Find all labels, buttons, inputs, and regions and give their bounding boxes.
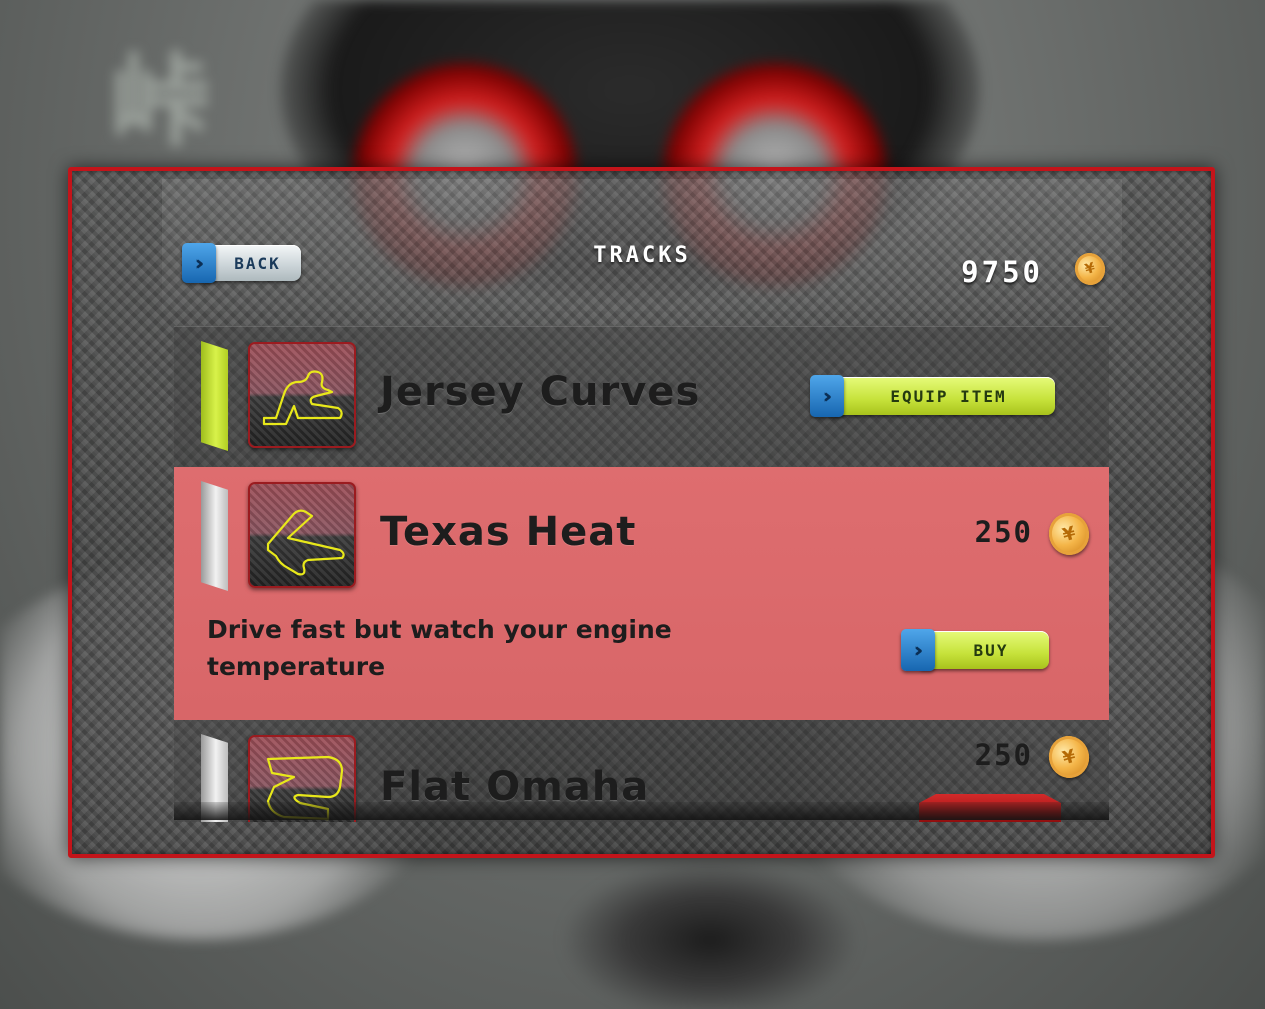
back-button-label: BACK: [234, 253, 281, 273]
page-title: TRACKS: [593, 243, 691, 268]
double-chevron-icon: ››: [901, 629, 935, 671]
buy-button-label: BUY: [973, 640, 1009, 660]
coin-icon: ¥: [1044, 731, 1094, 783]
list-bottom-edge: [174, 802, 1109, 820]
coin-icon: ¥: [1044, 508, 1094, 560]
track-list[interactable]: Jersey Curves ›› EQUIP ITEM Texas Heat 2…: [174, 326, 1109, 822]
double-chevron-icon: ››: [810, 375, 844, 417]
track-map-icon: [248, 482, 356, 588]
track-row-jersey-curves[interactable]: Jersey Curves ›› EQUIP ITEM: [174, 327, 1109, 467]
buy-button[interactable]: ›› BUY: [901, 629, 1049, 671]
track-description: Drive fast but watch your engine tempera…: [207, 615, 672, 681]
track-row-texas-heat[interactable]: Texas Heat 250 ¥ Drive fast but watch yo…: [174, 467, 1109, 720]
owned-marker: [201, 341, 228, 451]
track-price: 250: [974, 738, 1033, 772]
unowned-marker: [201, 481, 228, 591]
coin-balance: 9750: [961, 255, 1043, 289]
track-name: Texas Heat: [380, 509, 637, 555]
equip-item-button[interactable]: ›› EQUIP ITEM: [810, 375, 1055, 417]
double-chevron-icon: ››: [182, 243, 216, 283]
back-button[interactable]: ›› BACK: [182, 243, 301, 283]
track-map-icon: [248, 342, 356, 448]
equip-button-label: EQUIP ITEM: [890, 386, 1007, 406]
track-price: 250: [974, 515, 1033, 549]
track-name: Jersey Curves: [380, 369, 701, 415]
tracks-panel: ›› BACK TRACKS 9750 ¥ Jersey Curves ›› E…: [68, 167, 1215, 858]
